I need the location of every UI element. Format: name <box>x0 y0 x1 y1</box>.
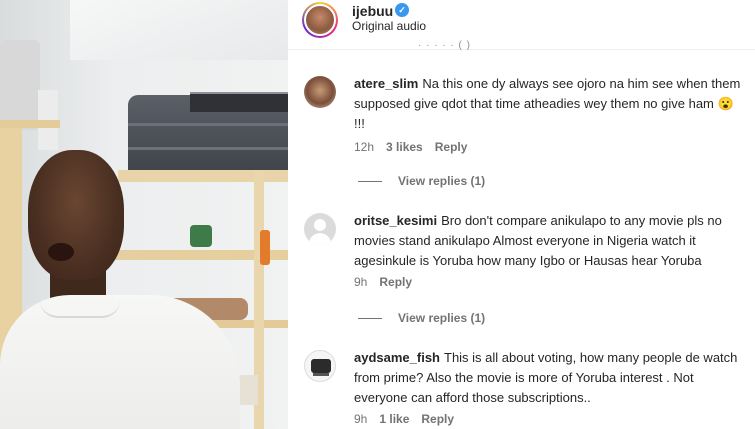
replies-divider <box>358 318 382 320</box>
reply-button[interactable]: Reply <box>435 140 468 154</box>
default-avatar-icon[interactable] <box>304 213 336 245</box>
video-shelf-left-board <box>0 120 60 128</box>
replies-divider <box>358 181 382 183</box>
comment-meta: 9h Reply <box>354 275 424 289</box>
suitcase-ridge <box>128 147 288 150</box>
reply-button[interactable]: Reply <box>421 412 454 426</box>
comment-meta: 9h 1 like Reply <box>354 412 466 426</box>
avatar-shoulders-shape <box>309 233 331 245</box>
avatar-head-shape <box>314 219 326 231</box>
comment-meta: 12h 3 likes Reply <box>354 140 479 154</box>
comment-item: oritse_kesimi Bro don't compare anikulapo… <box>288 211 755 325</box>
commenter-avatar[interactable] <box>304 76 336 108</box>
video-person-collar <box>40 300 120 318</box>
comments-panel: ijebuu ✓ Original audio · · · · · ( ) at… <box>288 0 755 429</box>
verified-badge-icon: ✓ <box>395 3 409 17</box>
clipped-text: · · · · · ( ) <box>418 40 471 51</box>
comment-likes[interactable]: 1 like <box>379 412 409 426</box>
original-audio-link[interactable]: Original audio <box>352 19 426 33</box>
view-replies-button[interactable]: View replies (1) <box>358 311 485 325</box>
comment-time: 12h <box>354 140 375 154</box>
avatar-logo-shape <box>311 359 331 373</box>
video-ceiling <box>70 0 288 60</box>
comment-body: oritse_kesimi Bro don't compare anikulapo… <box>354 211 742 271</box>
reel-video[interactable] <box>0 0 288 429</box>
post-header: ijebuu ✓ Original audio · · · · · ( ) <box>288 0 755 51</box>
reply-button[interactable]: Reply <box>379 275 412 289</box>
suitcase-ridge <box>128 123 288 126</box>
comment-time: 9h <box>354 275 368 289</box>
comment-time: 9h <box>354 412 368 426</box>
comment-likes[interactable]: 3 likes <box>386 140 423 154</box>
comment-item: aydsame_fish This is all about voting, ho… <box>288 348 755 426</box>
view-replies-label: View replies (1) <box>398 311 486 325</box>
video-bag <box>0 40 40 130</box>
avatar-logo-text-shape <box>313 373 329 376</box>
author-username[interactable]: ijebuu <box>352 3 393 19</box>
video-shelf-item <box>190 225 212 247</box>
comment-username[interactable]: oritse_kesimi <box>354 213 437 228</box>
video-person-body <box>0 295 240 429</box>
video-keyboard <box>190 92 288 112</box>
video-person-mouth <box>48 243 74 261</box>
comment-username[interactable]: aydsame_fish <box>354 350 440 365</box>
video-shelf-bottle <box>260 230 270 265</box>
comment-body: aydsame_fish This is all about voting, ho… <box>354 348 742 408</box>
author-avatar-image <box>304 4 336 36</box>
view-replies-button[interactable]: View replies (1) <box>358 174 485 188</box>
commenter-avatar[interactable] <box>304 350 336 382</box>
video-person-head <box>28 150 124 280</box>
view-replies-label: View replies (1) <box>398 174 486 188</box>
comment-body: atere_slim Na this one dy always see ojor… <box>354 74 742 134</box>
comment-username[interactable]: atere_slim <box>354 76 418 91</box>
author-avatar[interactable] <box>302 2 338 38</box>
